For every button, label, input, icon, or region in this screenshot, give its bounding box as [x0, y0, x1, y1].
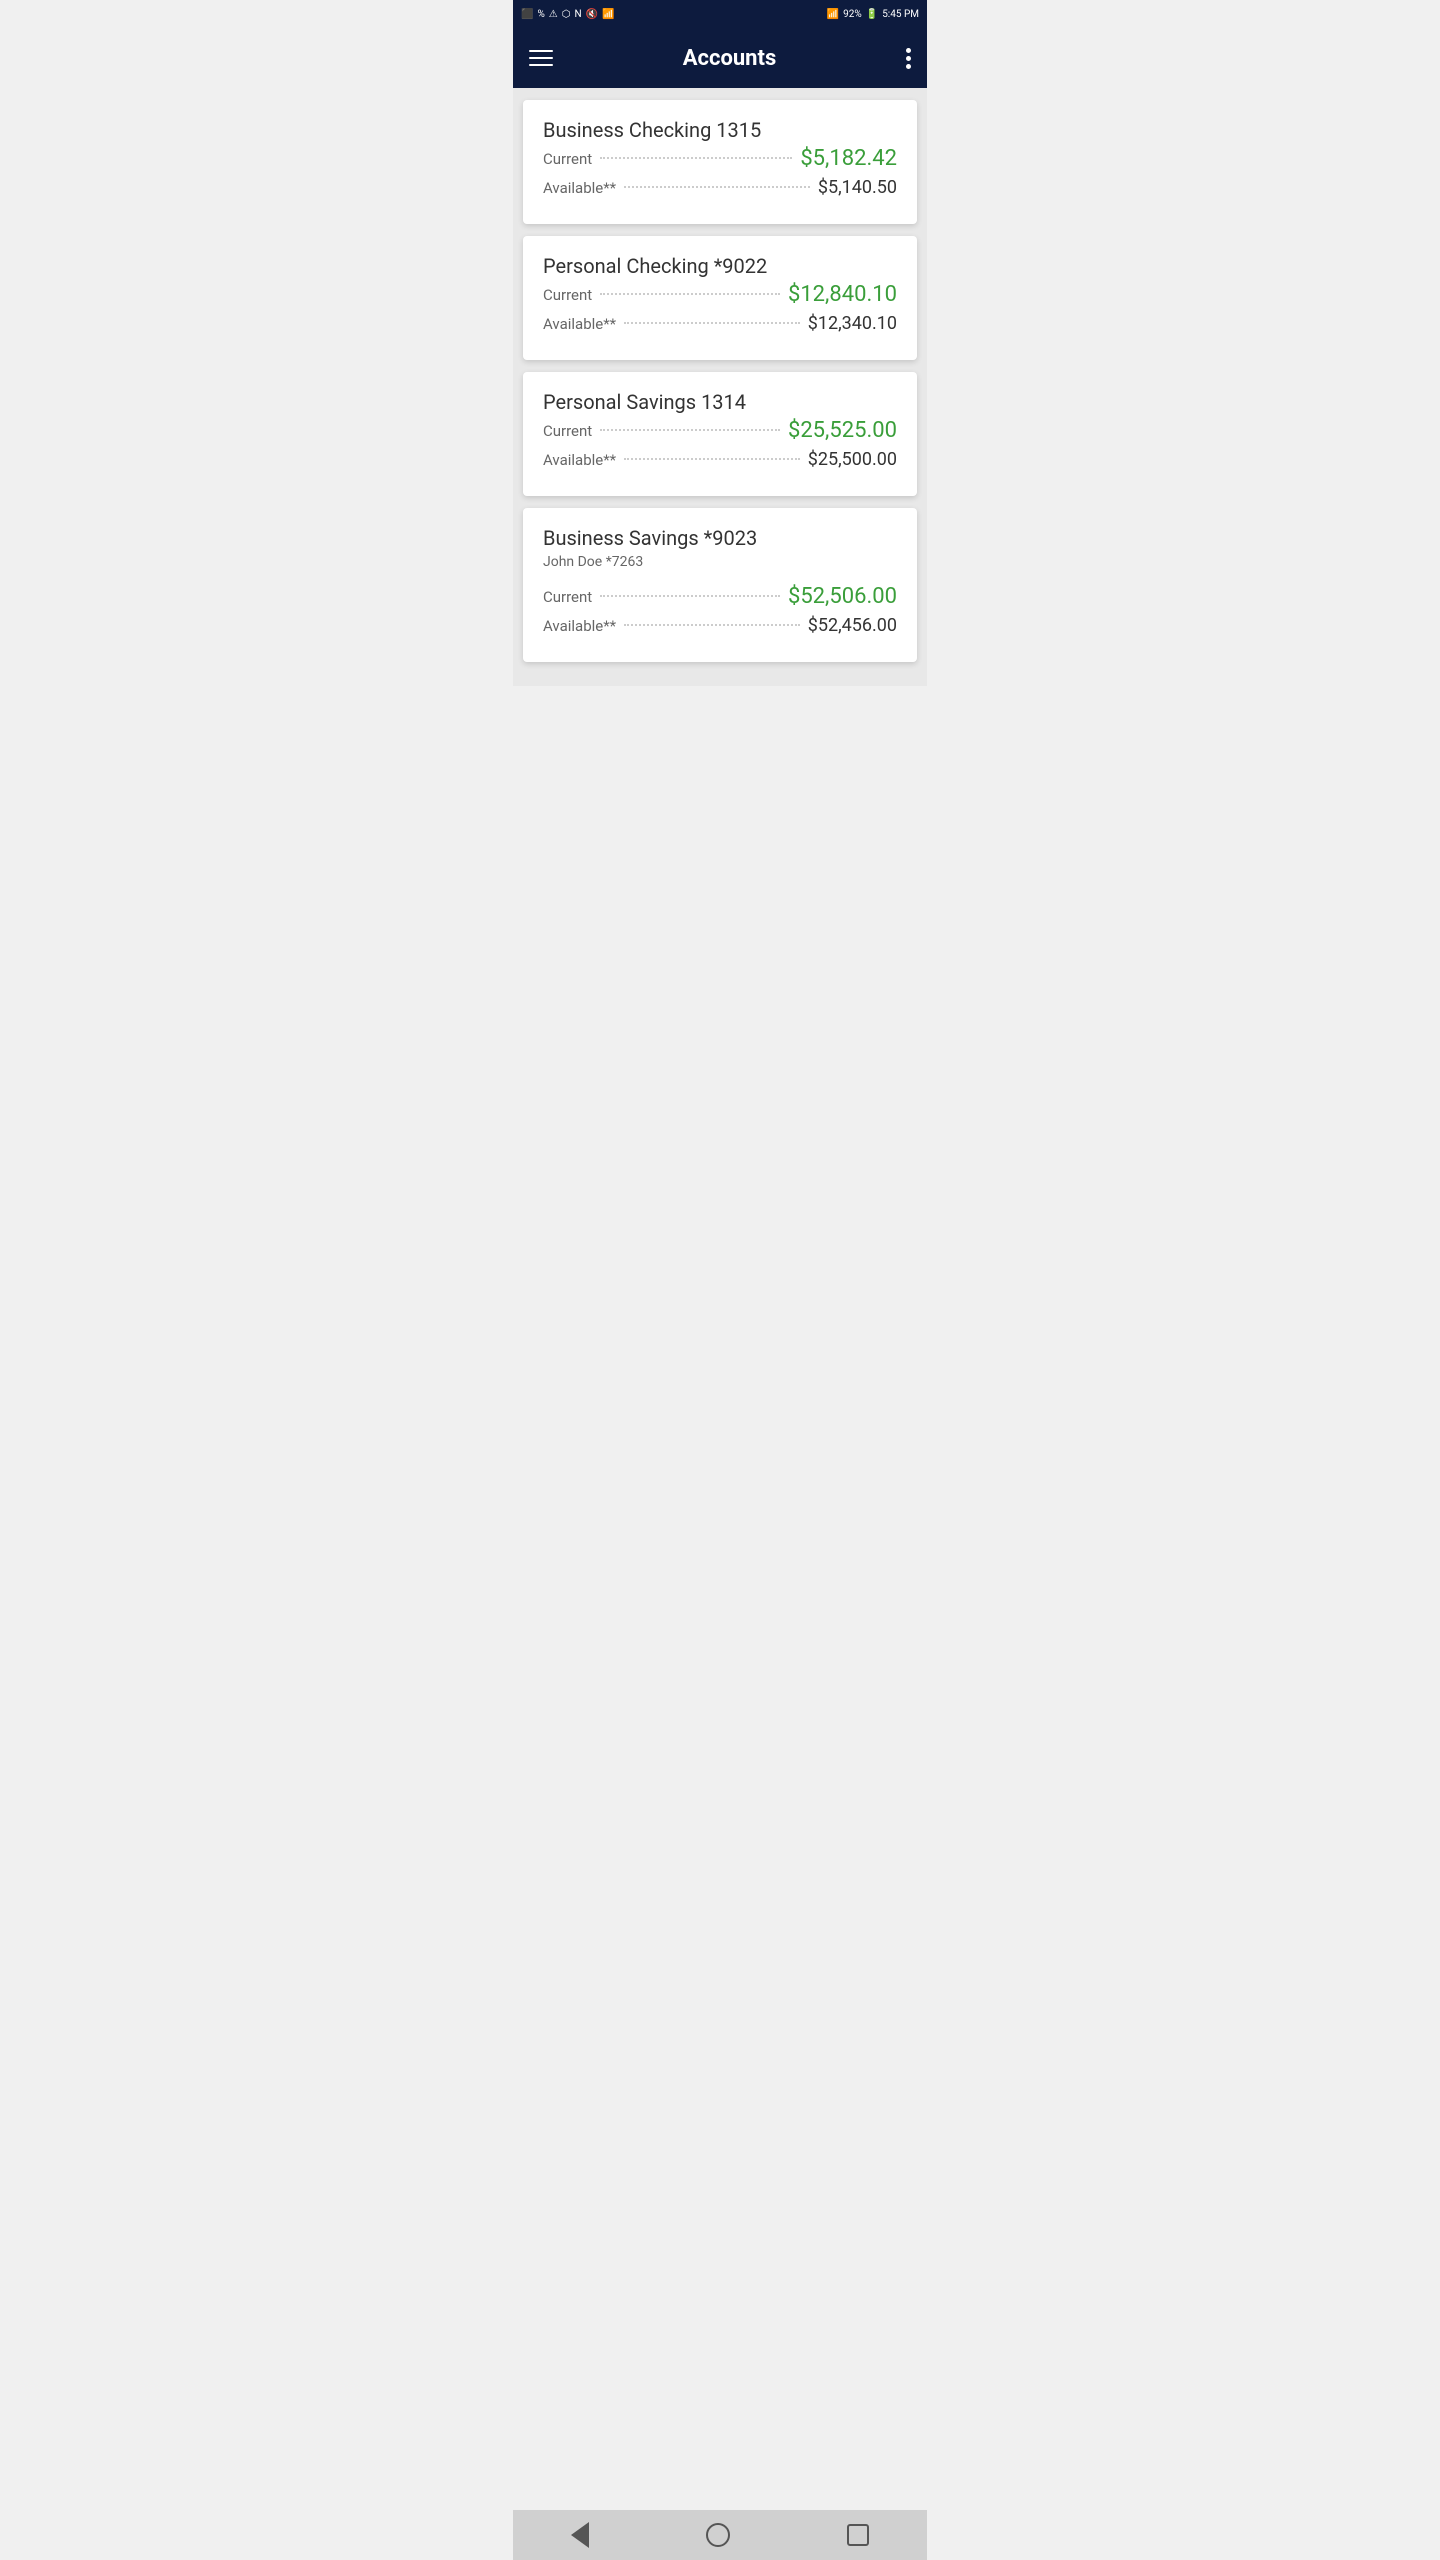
current-balance-row-1: Current $12,840.10 — [543, 282, 897, 307]
current-label-3: Current — [543, 588, 592, 606]
available-balance-row-1: Available** $12,340.10 — [543, 313, 897, 334]
bottom-navigation — [513, 2510, 927, 2560]
battery-percent: 92% — [843, 9, 862, 20]
dotted-line-available-0 — [624, 186, 810, 188]
status-right: 📶 92% 🔋 5:45 PM — [827, 9, 919, 20]
hamburger-line-1 — [529, 50, 553, 52]
hamburger-line-2 — [529, 57, 553, 59]
hamburger-line-3 — [529, 64, 553, 66]
status-bar: ⬛ % ⚠ ⬡ N 🔇 📶 📶 92% 🔋 5:45 PM — [513, 0, 927, 28]
more-dot-3 — [906, 64, 911, 69]
bluetooth-icon: ⬡ — [562, 9, 571, 20]
available-amount-3: $52,456.00 — [808, 615, 897, 636]
current-balance-row-3: Current $52,506.00 — [543, 584, 897, 609]
dotted-line-current-0 — [600, 157, 792, 159]
page-title: Accounts — [683, 46, 777, 71]
account-name-0: Business Checking 1315 — [543, 118, 897, 142]
alert-icon: ⚠ — [549, 9, 558, 20]
available-label-3: Available** — [543, 617, 616, 635]
back-button[interactable] — [571, 2522, 589, 2548]
dotted-line-current-2 — [600, 429, 780, 431]
available-amount-0: $5,140.50 — [818, 177, 897, 198]
wifi-icon: 📶 — [602, 9, 614, 20]
notification-icon: ⬛ — [521, 9, 533, 20]
current-amount-1: $12,840.10 — [788, 282, 897, 307]
more-dot-2 — [906, 56, 911, 61]
account-card-3[interactable]: Business Savings *9023 John Doe *7263 Cu… — [523, 508, 917, 662]
available-balance-row-2: Available** $25,500.00 — [543, 449, 897, 470]
account-name-2: Personal Savings 1314 — [543, 390, 897, 414]
current-amount-3: $52,506.00 — [788, 584, 897, 609]
dotted-line-available-1 — [624, 322, 800, 324]
account-sublabel-3: John Doe *7263 — [543, 554, 897, 570]
status-left: ⬛ % ⚠ ⬡ N 🔇 📶 — [521, 9, 615, 20]
available-amount-2: $25,500.00 — [808, 449, 897, 470]
hamburger-menu-button[interactable] — [529, 50, 553, 66]
nfc-icon: N — [574, 9, 581, 20]
current-balance-row-2: Current $25,525.00 — [543, 418, 897, 443]
home-button[interactable] — [706, 2523, 730, 2547]
signal-icon: 📶 — [827, 9, 839, 20]
current-balance-row-0: Current $5,182.42 — [543, 146, 897, 171]
available-label-0: Available** — [543, 179, 616, 197]
recent-apps-button[interactable] — [847, 2524, 869, 2546]
current-label-2: Current — [543, 422, 592, 440]
accounts-list: Business Checking 1315 Current $5,182.42… — [513, 88, 927, 686]
account-name-3: Business Savings *9023 — [543, 526, 897, 550]
current-amount-0: $5,182.42 — [800, 146, 897, 171]
battery-icon: 🔋 — [866, 9, 878, 20]
app-header: Accounts — [513, 28, 927, 88]
current-amount-2: $25,525.00 — [788, 418, 897, 443]
dotted-line-current-1 — [600, 293, 780, 295]
available-label-2: Available** — [543, 451, 616, 469]
account-card-1[interactable]: Personal Checking *9022 Current $12,840.… — [523, 236, 917, 360]
percent-icon: % — [537, 9, 544, 20]
dotted-line-available-2 — [624, 458, 800, 460]
dotted-line-current-3 — [600, 595, 780, 597]
current-label-1: Current — [543, 286, 592, 304]
account-name-1: Personal Checking *9022 — [543, 254, 897, 278]
available-balance-row-0: Available** $5,140.50 — [543, 177, 897, 198]
dotted-line-available-3 — [624, 624, 800, 626]
account-card-2[interactable]: Personal Savings 1314 Current $25,525.00… — [523, 372, 917, 496]
available-label-1: Available** — [543, 315, 616, 333]
current-label-0: Current — [543, 150, 592, 168]
more-options-button[interactable] — [906, 48, 911, 69]
more-dot-1 — [906, 48, 911, 53]
account-card-0[interactable]: Business Checking 1315 Current $5,182.42… — [523, 100, 917, 224]
mute-icon: 🔇 — [586, 9, 598, 20]
available-balance-row-3: Available** $52,456.00 — [543, 615, 897, 636]
time-display: 5:45 PM — [882, 9, 919, 20]
available-amount-1: $12,340.10 — [808, 313, 897, 334]
